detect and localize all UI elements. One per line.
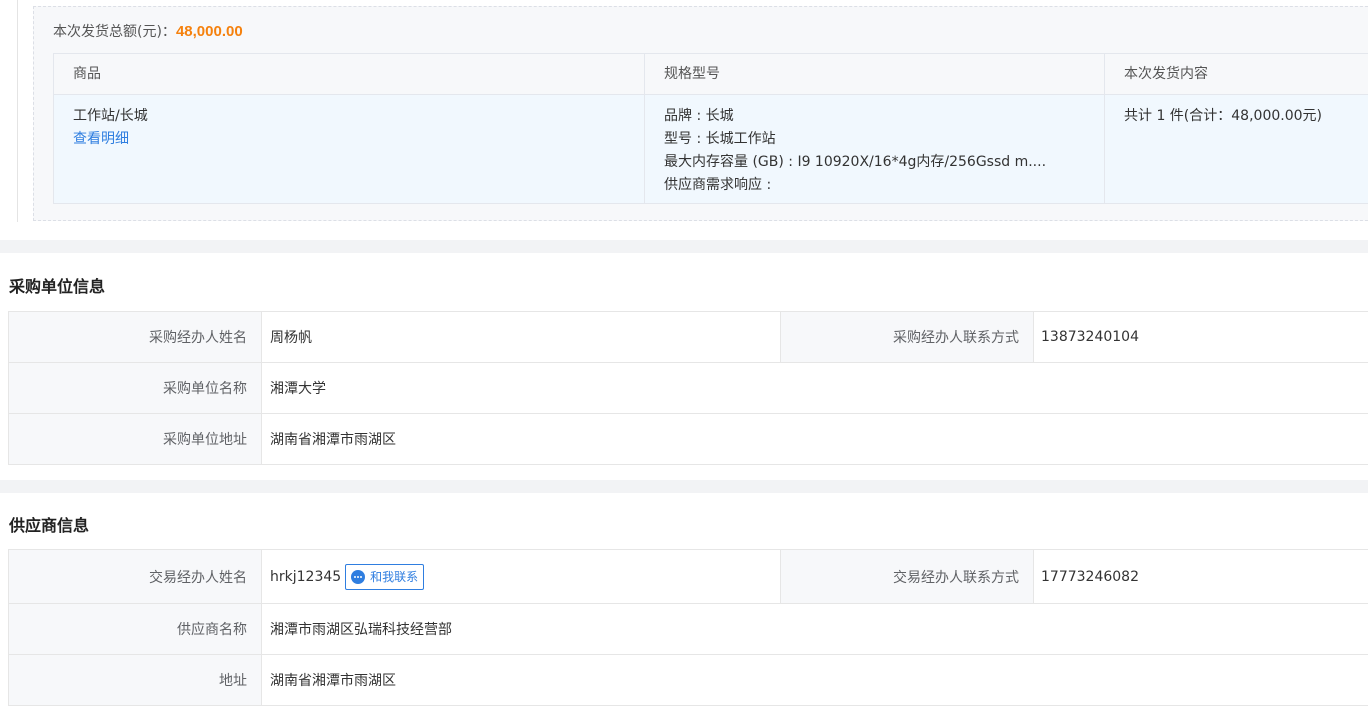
- supplier-agent-phone: 17773246082: [1041, 568, 1139, 585]
- supplier-section-title: 供应商信息: [9, 516, 90, 535]
- chat-bubble-icon: [351, 569, 366, 584]
- buyer-row-org-name: 采购单位名称 湘潭大学: [9, 363, 1368, 414]
- supplier-name: 湘潭市雨湖区弘瑞科技经营部: [270, 622, 452, 638]
- buyer-agent-phone-label: 采购经办人联系方式: [781, 312, 1034, 362]
- spec-cell: 品牌 : 长城 型号 : 长城工作站 最大内存容量 (GB) : I9 1092…: [645, 95, 1105, 203]
- section-gap: [0, 240, 1368, 253]
- supplier-row-name: 供应商名称 湘潭市雨湖区弘瑞科技经营部: [9, 604, 1368, 655]
- section-gap: [0, 480, 1368, 493]
- buyer-org-name: 湘潭大学: [270, 381, 326, 397]
- supplier-row-address: 地址 湖南省湘潭市雨湖区: [9, 655, 1368, 706]
- product-name: 工作站/长城: [73, 108, 148, 124]
- buyer-org-address-label: 采购单位地址: [9, 414, 262, 464]
- supplier-agent-cell: hrkj12345 和我联系: [262, 550, 781, 603]
- spec-brand: 品牌 : 长城: [664, 108, 734, 124]
- supplier-agent-name-label: 交易经办人姓名: [9, 550, 262, 603]
- buyer-section-title: 采购单位信息: [9, 277, 106, 296]
- supplier-row-agent: 交易经办人姓名 hrkj12345 和我联系 交易经办人联系方式 1777324…: [9, 550, 1368, 604]
- spec-model: 型号 : 长城工作站: [664, 131, 776, 147]
- supplier-name-label: 供应商名称: [9, 604, 262, 654]
- left-divider: [17, 0, 18, 222]
- goods-table: 商品 规格型号 本次发货内容 工作站/长城 查看明细 品牌 : 长城 型号 : …: [53, 53, 1368, 204]
- supplier-info-table: 交易经办人姓名 hrkj12345 和我联系 交易经办人联系方式 1777324…: [8, 549, 1368, 706]
- shipment-panel: 本次发货总额(元)：48,000.00 商品 规格型号 本次发货内容 工作站/长…: [33, 6, 1368, 221]
- buyer-org-address: 湖南省湘潭市雨湖区: [270, 432, 396, 448]
- total-label: 本次发货总额(元)：: [53, 24, 176, 40]
- header-spec: 规格型号: [645, 54, 1105, 94]
- buyer-agent-name: 周杨帆: [262, 312, 781, 362]
- view-detail-link[interactable]: 查看明细: [73, 128, 644, 151]
- buyer-agent-phone: 13873240104: [1041, 329, 1139, 345]
- buyer-agent-name-label: 采购经办人姓名: [9, 312, 262, 362]
- supplier-agent-phone-label: 交易经办人联系方式: [781, 550, 1034, 603]
- buyer-row-org-address: 采购单位地址 湖南省湘潭市雨湖区: [9, 414, 1368, 465]
- goods-table-row: 工作站/长城 查看明细 品牌 : 长城 型号 : 长城工作站 最大内存容量 (G…: [54, 95, 1368, 203]
- shipment-total: 本次发货总额(元)：48,000.00: [53, 21, 243, 41]
- header-product: 商品: [54, 54, 645, 94]
- supplier-address: 湖南省湘潭市雨湖区: [270, 673, 396, 689]
- supplier-address-label: 地址: [9, 655, 262, 705]
- spec-memory: 最大内存容量 (GB) : I9 10920X/16*4g内存/256Gssd …: [664, 154, 1047, 170]
- supplier-agent-name: hrkj12345: [270, 568, 342, 585]
- product-cell: 工作站/长城 查看明细: [54, 95, 645, 203]
- total-amount: 48,000.00: [175, 23, 243, 40]
- buyer-info-table: 采购经办人姓名 周杨帆 采购经办人联系方式 13873240104 采购单位名称…: [8, 311, 1368, 465]
- buyer-org-name-label: 采购单位名称: [9, 363, 262, 413]
- contact-button-label: 和我联系: [370, 570, 419, 584]
- goods-table-header: 商品 规格型号 本次发货内容: [54, 54, 1368, 95]
- content-cell: 共计 1 件(合计：48,000.00元): [1105, 95, 1368, 203]
- spec-supplier-response: 供应商需求响应 :: [664, 177, 772, 193]
- buyer-row-agent: 采购经办人姓名 周杨帆 采购经办人联系方式 13873240104: [9, 312, 1368, 363]
- shipment-content: 共计 1 件(合计：48,000.00元): [1124, 108, 1322, 124]
- contact-me-button[interactable]: 和我联系: [345, 563, 425, 590]
- header-content: 本次发货内容: [1124, 66, 1208, 82]
